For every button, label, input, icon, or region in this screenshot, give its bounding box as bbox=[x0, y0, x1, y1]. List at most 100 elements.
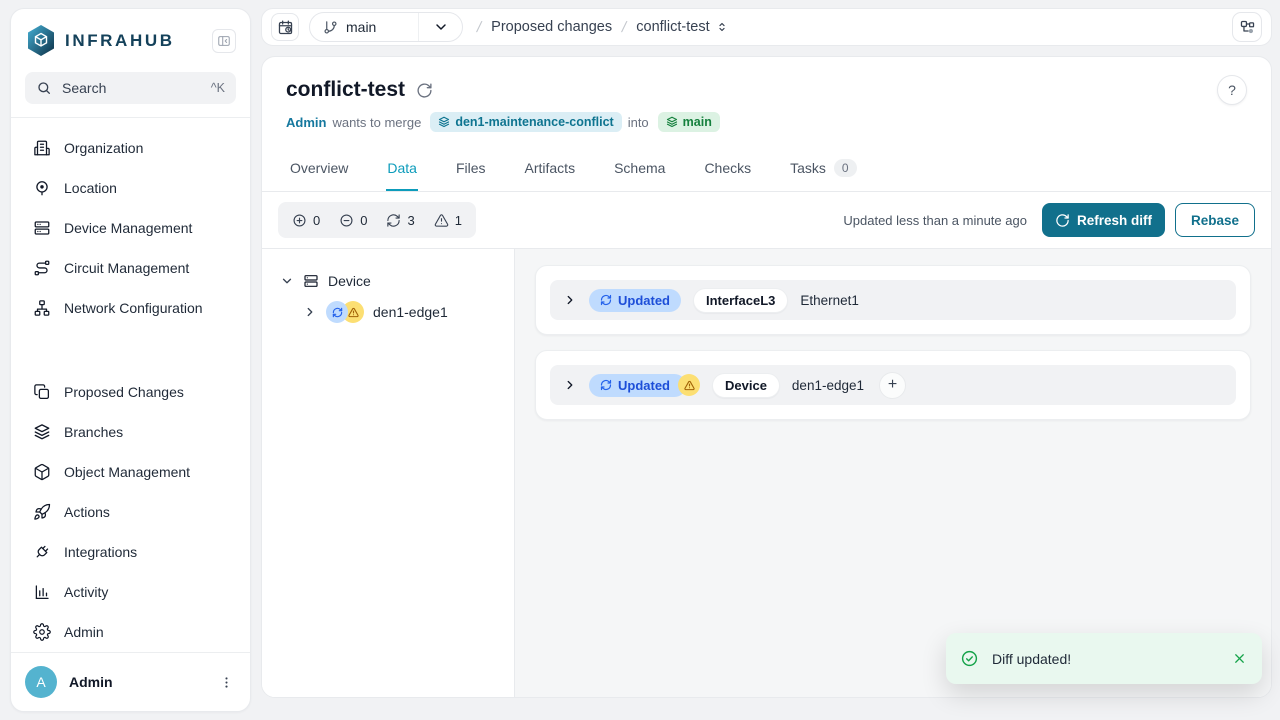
server-icon bbox=[303, 273, 319, 289]
sidebar-item-branches[interactable]: Branches bbox=[23, 412, 238, 452]
circuit-icon bbox=[33, 259, 51, 277]
search-icon bbox=[36, 80, 52, 96]
panel-collapse-icon bbox=[217, 34, 231, 48]
tab-overview[interactable]: Overview bbox=[289, 145, 349, 191]
tab-checks[interactable]: Checks bbox=[703, 145, 752, 191]
stat-added: 0 bbox=[292, 213, 320, 228]
copy-icon bbox=[33, 383, 51, 401]
sidebar: INFRAHUB Search ^K Organization Location bbox=[10, 8, 251, 712]
bar-chart-icon bbox=[33, 583, 51, 601]
diff-row-expand[interactable]: Updated Device den1-edge1 + bbox=[550, 365, 1236, 405]
sidebar-nav-secondary: Proposed Changes Branches Object Managem… bbox=[11, 362, 250, 652]
search-input[interactable]: Search ^K bbox=[25, 72, 236, 104]
source-branch-badge[interactable]: den1-maintenance-conflict bbox=[430, 112, 621, 132]
breadcrumb-current-label: conflict-test bbox=[636, 19, 709, 35]
location-icon bbox=[33, 179, 51, 197]
sidebar-item-object-management[interactable]: Object Management bbox=[23, 452, 238, 492]
add-comment-button[interactable]: + bbox=[879, 372, 906, 399]
tree-node-device[interactable]: Device bbox=[280, 273, 496, 289]
diff-stats: 0 0 3 1 bbox=[278, 202, 476, 238]
plus-circle-icon bbox=[292, 213, 307, 228]
diff-row-expand[interactable]: Updated InterfaceL3 Ethernet1 bbox=[550, 280, 1236, 320]
sidebar-item-actions[interactable]: Actions bbox=[23, 492, 238, 532]
sidebar-nav-primary: Organization Location Device Management … bbox=[11, 118, 250, 328]
sidebar-item-label: Admin bbox=[64, 624, 104, 640]
refresh-icon bbox=[600, 294, 612, 306]
help-button[interactable]: ? bbox=[1217, 75, 1247, 105]
sidebar-item-label: Branches bbox=[64, 424, 123, 440]
diff-card-device: Updated Device den1-edge1 + bbox=[535, 350, 1251, 420]
rebase-button[interactable]: Rebase bbox=[1175, 203, 1255, 237]
chevron-right-icon bbox=[303, 305, 317, 319]
refresh-diff-button[interactable]: Refresh diff bbox=[1042, 203, 1165, 237]
sidebar-item-organization[interactable]: Organization bbox=[23, 128, 238, 168]
network-icon bbox=[33, 299, 51, 317]
diff-list: Updated InterfaceL3 Ethernet1 bbox=[515, 249, 1271, 697]
layers-icon bbox=[33, 423, 51, 441]
brand-name: INFRAHUB bbox=[65, 31, 203, 51]
into-text: into bbox=[628, 115, 649, 130]
time-travel-button[interactable] bbox=[271, 13, 299, 41]
search-placeholder: Search bbox=[62, 80, 106, 96]
node-status-badges bbox=[326, 301, 364, 323]
building-icon bbox=[33, 139, 51, 157]
tab-files[interactable]: Files bbox=[455, 145, 487, 191]
tab-tasks[interactable]: Tasks 0 bbox=[789, 145, 857, 191]
object-name: Ethernet1 bbox=[800, 293, 859, 308]
breadcrumb-separator: / bbox=[475, 19, 483, 36]
chevron-right-icon bbox=[563, 378, 577, 392]
sidebar-item-device-management[interactable]: Device Management bbox=[23, 208, 238, 248]
schema-visualizer-button[interactable] bbox=[1232, 12, 1262, 42]
sidebar-item-location[interactable]: Location bbox=[23, 168, 238, 208]
top-bar: main / Proposed changes / conflict-test bbox=[261, 8, 1272, 46]
toast-close-button[interactable] bbox=[1232, 651, 1247, 666]
tree-node-den1-edge1[interactable]: den1-edge1 bbox=[303, 301, 496, 323]
kebab-menu-icon bbox=[219, 675, 234, 690]
refresh-icon bbox=[386, 213, 401, 228]
author-name[interactable]: Admin bbox=[286, 115, 326, 130]
branch-selector-value[interactable]: main bbox=[310, 13, 418, 41]
breadcrumb-proposed-changes[interactable]: Proposed changes bbox=[491, 19, 612, 35]
source-branch-name: den1-maintenance-conflict bbox=[455, 115, 613, 129]
git-branch-icon bbox=[323, 20, 338, 35]
sidebar-item-proposed-changes[interactable]: Proposed Changes bbox=[23, 372, 238, 412]
collapse-sidebar-button[interactable] bbox=[212, 29, 236, 53]
warning-triangle-icon bbox=[434, 213, 449, 228]
plug-icon bbox=[33, 543, 51, 561]
diff-card-interfacel3: Updated InterfaceL3 Ethernet1 bbox=[535, 265, 1251, 335]
merge-summary: Admin wants to merge den1-maintenance-co… bbox=[286, 112, 1247, 132]
graph-icon bbox=[1239, 19, 1256, 36]
tab-data[interactable]: Data bbox=[386, 145, 418, 191]
sidebar-item-network-configuration[interactable]: Network Configuration bbox=[23, 288, 238, 328]
sidebar-item-label: Activity bbox=[64, 584, 108, 600]
target-branch-name: main bbox=[683, 115, 712, 129]
branch-selector[interactable]: main bbox=[309, 12, 463, 42]
last-updated-text: Updated less than a minute ago bbox=[843, 213, 1027, 228]
tab-schema[interactable]: Schema bbox=[613, 145, 666, 191]
sidebar-item-circuit-management[interactable]: Circuit Management bbox=[23, 248, 238, 288]
target-branch-badge[interactable]: main bbox=[658, 112, 720, 132]
sidebar-item-integrations[interactable]: Integrations bbox=[23, 532, 238, 572]
toast-message: Diff updated! bbox=[992, 651, 1219, 667]
branch-selector-dropdown-button[interactable] bbox=[418, 13, 462, 41]
breadcrumb-current-selector[interactable]: conflict-test bbox=[636, 19, 728, 35]
sidebar-item-label: Location bbox=[64, 180, 117, 196]
updated-status-icon bbox=[326, 301, 348, 323]
sidebar-item-admin[interactable]: Admin bbox=[23, 612, 238, 652]
sidebar-item-label: Organization bbox=[64, 140, 143, 156]
sidebar-item-activity[interactable]: Activity bbox=[23, 572, 238, 612]
user-menu-button[interactable] bbox=[217, 673, 236, 692]
reload-button[interactable] bbox=[416, 82, 433, 99]
sidebar-header: INFRAHUB bbox=[11, 9, 250, 66]
main-panel: conflict-test ? Admin wants to merge den… bbox=[261, 56, 1272, 698]
sidebar-item-label: Device Management bbox=[64, 220, 192, 236]
gear-icon bbox=[33, 623, 51, 641]
check-circle-icon bbox=[960, 649, 979, 668]
diff-toolbar: 0 0 3 1 Updated less tha bbox=[262, 192, 1271, 249]
tab-bar: Overview Data Files Artifacts Schema Che… bbox=[262, 145, 1271, 192]
user-menu[interactable]: A Admin bbox=[11, 652, 250, 711]
stat-conflicts: 1 bbox=[434, 213, 462, 228]
stat-updated: 3 bbox=[386, 213, 414, 228]
tab-artifacts[interactable]: Artifacts bbox=[524, 145, 577, 191]
sidebar-item-label: Network Configuration bbox=[64, 300, 203, 316]
